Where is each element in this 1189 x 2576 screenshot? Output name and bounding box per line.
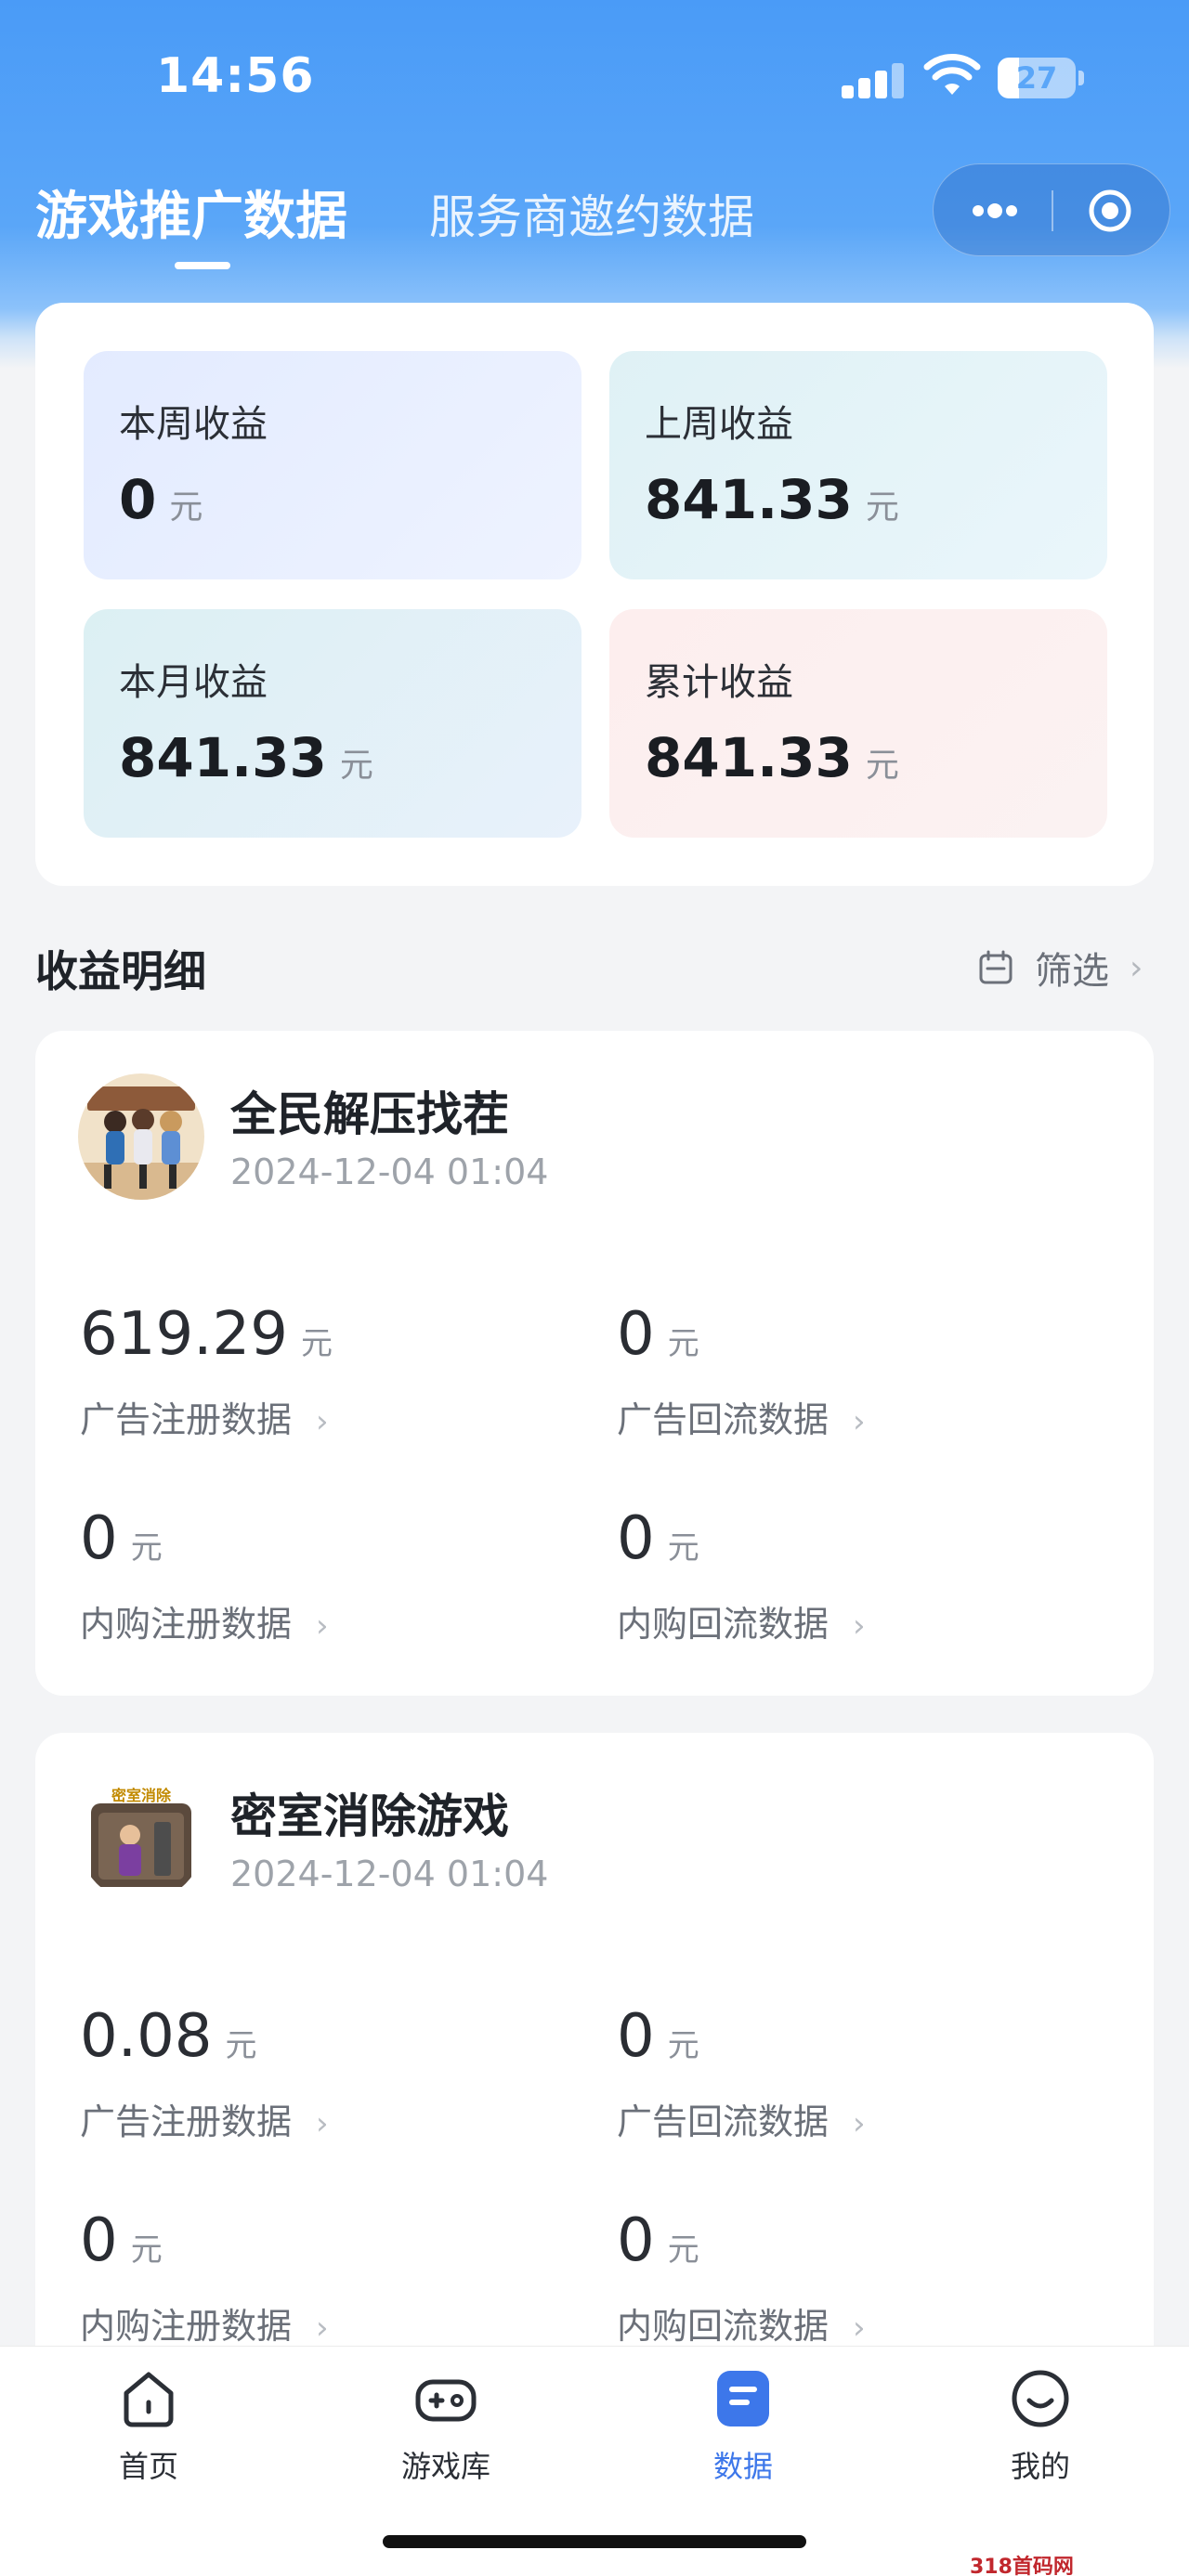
svg-text:密室消除: 密室消除 bbox=[111, 1787, 172, 1804]
nav-game-library[interactable]: 游戏库 bbox=[353, 2365, 539, 2504]
metric-ad-return[interactable]: 0元 广告回流数据 › bbox=[572, 1300, 1092, 1467]
stat-value: 0元 bbox=[119, 468, 203, 531]
metric-label: 广告回流数据 › bbox=[617, 1399, 866, 1440]
calendar-icon bbox=[979, 950, 1013, 984]
game-earnings-card: 全民解压找茬 2024-12-04 01:04 619.29 元 广告注册数据 › … bbox=[35, 1031, 1154, 1696]
status-bar: 14:56 27 bbox=[0, 0, 1189, 149]
metric-ad-register[interactable]: 619.29 元 广告注册数据 › bbox=[35, 1300, 555, 1467]
stat-label: 本月收益 bbox=[119, 661, 268, 704]
chevron-right-icon: › bbox=[853, 2105, 866, 2142]
stat-value: 841.33 元 bbox=[645, 726, 899, 789]
metric-ad-return[interactable]: 0元 广告回流数据 › bbox=[572, 2002, 1092, 2169]
stat-label: 上周收益 bbox=[645, 403, 793, 446]
chevron-right-icon: › bbox=[853, 2309, 866, 2347]
game-thumbnail bbox=[78, 1073, 204, 1200]
tab-active-indicator bbox=[175, 262, 230, 269]
game-date: 2024-12-04 01:04 bbox=[230, 1854, 549, 1894]
status-time: 14:56 bbox=[156, 48, 315, 104]
home-indicator[interactable] bbox=[383, 2535, 806, 2548]
profile-icon bbox=[1012, 2370, 1069, 2427]
stat-value: 841.33 元 bbox=[119, 726, 373, 789]
nav-label: 我的 bbox=[1010, 2449, 1070, 2484]
metric-iap-register[interactable]: 0元 内购注册数据 › bbox=[35, 1504, 555, 1672]
stat-this-month[interactable]: 本月收益 841.33 元 bbox=[84, 609, 581, 838]
game-date: 2024-12-04 01:04 bbox=[230, 1151, 549, 1192]
metric-value: 0元 bbox=[617, 2002, 699, 2071]
stat-this-week[interactable]: 本周收益 0元 bbox=[84, 351, 581, 579]
tab-game-promotion[interactable]: 游戏推广数据 bbox=[35, 175, 347, 250]
chevron-right-icon: › bbox=[1130, 948, 1143, 987]
tab-service-invite[interactable]: 服务商邀约数据 bbox=[429, 180, 754, 247]
battery-level: 27 bbox=[1015, 60, 1058, 96]
watermark: 318首码网 www.e318.com bbox=[964, 2550, 1189, 2576]
metric-label: 内购注册数据 › bbox=[80, 1604, 329, 1645]
wifi-icon bbox=[923, 54, 981, 95]
game-thumbnail: 密室消除 bbox=[78, 1776, 204, 1902]
more-icon[interactable] bbox=[967, 192, 1023, 229]
chevron-right-icon: › bbox=[853, 1403, 866, 1440]
metric-value: 619.29 元 bbox=[80, 1300, 333, 1369]
nav-label: 游戏库 bbox=[400, 2449, 490, 2484]
metric-value: 0元 bbox=[617, 1300, 699, 1369]
signal-icon bbox=[842, 61, 904, 98]
stat-label: 累计收益 bbox=[645, 661, 793, 704]
chevron-right-icon: › bbox=[316, 1403, 329, 1440]
chevron-right-icon: › bbox=[316, 1607, 329, 1645]
metric-value: 0元 bbox=[617, 2206, 699, 2275]
metric-label: 广告注册数据 › bbox=[80, 2101, 329, 2142]
nav-label: 首页 bbox=[118, 2449, 178, 2484]
chevron-right-icon: › bbox=[853, 1607, 866, 1645]
stat-label: 本周收益 bbox=[119, 403, 268, 446]
metric-value: 0.08 元 bbox=[80, 2002, 257, 2071]
battery-icon: 27 bbox=[998, 58, 1084, 98]
metric-value: 0元 bbox=[80, 2206, 163, 2275]
metric-label: 广告回流数据 › bbox=[617, 2101, 866, 2142]
close-miniprogram-icon[interactable] bbox=[1088, 189, 1132, 233]
nav-label: 数据 bbox=[712, 2449, 773, 2484]
earnings-summary-card: 本周收益 0元 上周收益 841.33 元 本月收益 841.33 元 累计收益 8… bbox=[35, 303, 1154, 886]
game-name: 密室消除游戏 bbox=[230, 1789, 509, 1843]
metric-value: 0元 bbox=[80, 1504, 163, 1573]
stat-last-week[interactable]: 上周收益 841.33 元 bbox=[609, 351, 1107, 579]
home-icon bbox=[124, 2372, 174, 2427]
data-icon bbox=[717, 2371, 769, 2426]
metric-label: 内购注册数据 › bbox=[80, 2306, 329, 2347]
game-name: 全民解压找茬 bbox=[230, 1087, 509, 1141]
nav-data[interactable]: 数据 bbox=[650, 2365, 836, 2504]
nav-profile[interactable]: 我的 bbox=[947, 2365, 1133, 2504]
section-title: 收益明细 bbox=[35, 946, 206, 996]
filter-button[interactable]: 筛选 › bbox=[977, 942, 1143, 994]
filter-label: 筛选 bbox=[1035, 950, 1109, 993]
miniprogram-capsule bbox=[933, 163, 1170, 256]
metric-label: 内购回流数据 › bbox=[617, 1604, 866, 1645]
metric-ad-register[interactable]: 0.08 元 广告注册数据 › bbox=[35, 2002, 555, 2169]
gamepad-icon bbox=[415, 2379, 477, 2422]
nav-home[interactable]: 首页 bbox=[56, 2365, 242, 2504]
metric-iap-return[interactable]: 0元 内购回流数据 › bbox=[572, 1504, 1092, 1672]
metric-label: 内购回流数据 › bbox=[617, 2306, 866, 2347]
chevron-right-icon: › bbox=[316, 2309, 329, 2347]
chevron-right-icon: › bbox=[316, 2105, 329, 2142]
metric-label: 广告注册数据 › bbox=[80, 1399, 329, 1440]
stat-total[interactable]: 累计收益 841.33 元 bbox=[609, 609, 1107, 838]
metric-value: 0元 bbox=[617, 1504, 699, 1573]
stat-value: 841.33 元 bbox=[645, 468, 899, 531]
